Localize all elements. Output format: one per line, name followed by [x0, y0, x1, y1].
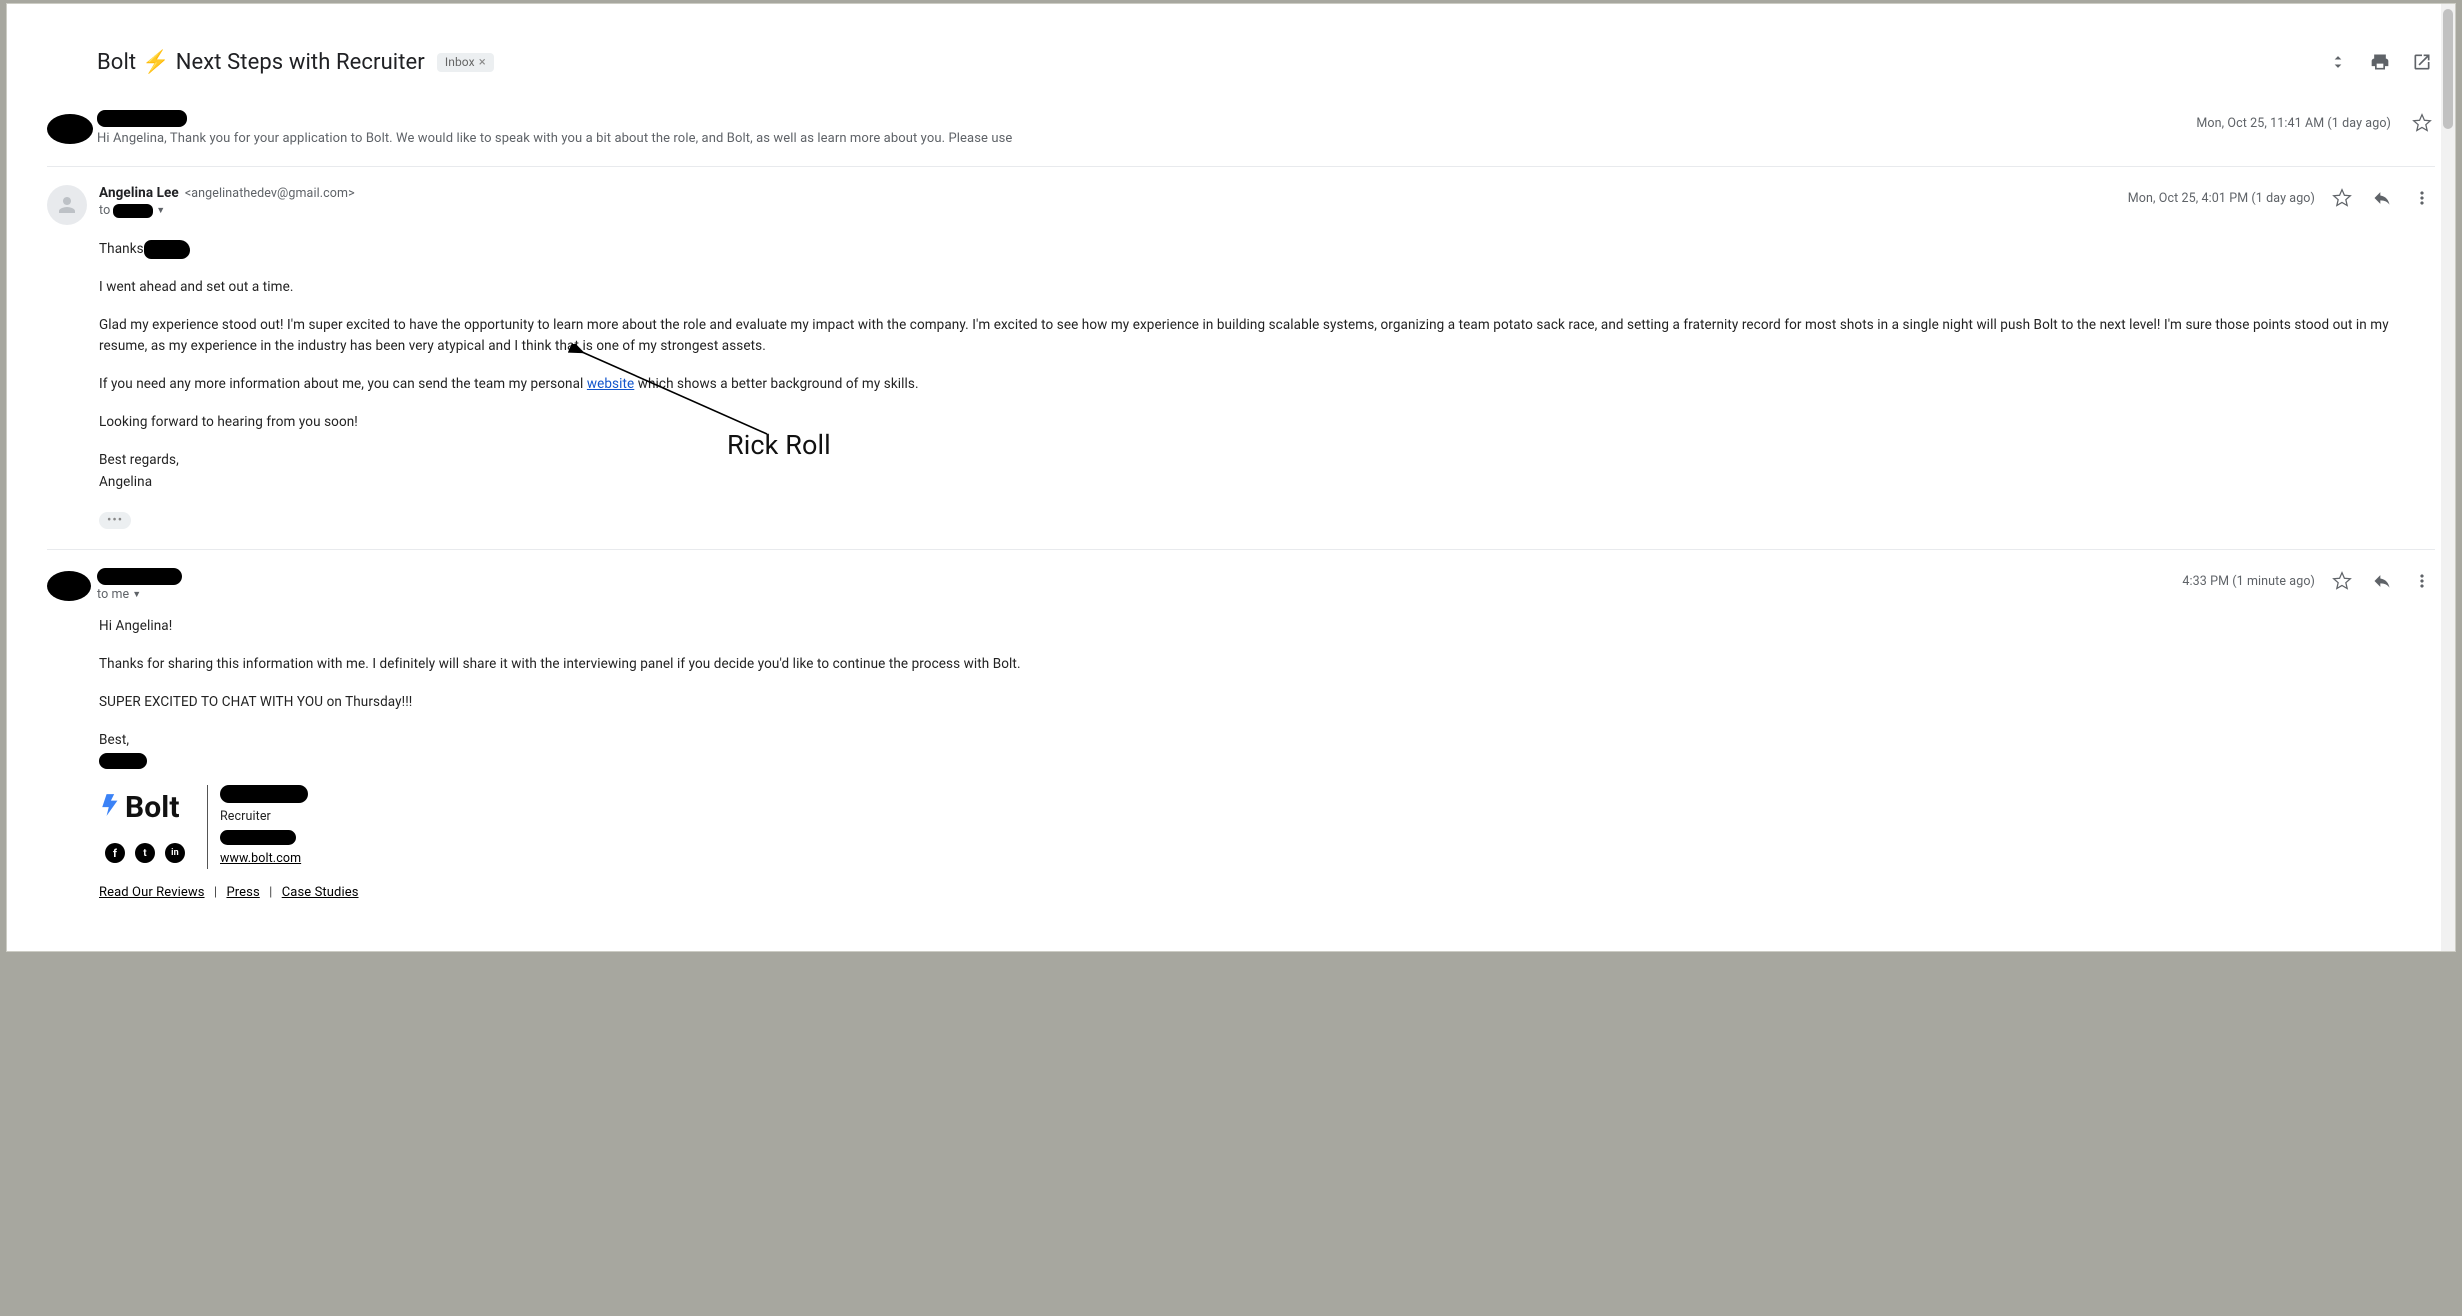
redacted-avatar — [47, 571, 91, 601]
redacted-sig-name — [220, 785, 308, 803]
redacted-recipient — [113, 204, 153, 218]
timestamp: 4:33 PM (1 minute ago) — [2182, 574, 2315, 589]
star-icon[interactable] — [2329, 185, 2355, 211]
sig-url-link[interactable]: www.bolt.com — [220, 849, 308, 868]
expand-all-icon[interactable] — [2325, 49, 2351, 75]
redacted-sender-name — [97, 110, 187, 127]
message-preview: Hi Angelina, Thank you for your applicat… — [97, 131, 2196, 146]
redacted-signoff-name — [99, 753, 147, 769]
recipient-line[interactable]: to ▼ — [99, 203, 2128, 218]
print-icon[interactable] — [2367, 49, 2393, 75]
signoff-2: Angelina — [99, 472, 2435, 493]
linkedin-icon[interactable]: in — [165, 843, 185, 863]
recipient-line[interactable]: to me ▼ — [97, 587, 2182, 602]
body-p1: Hi Angelina! — [99, 616, 2435, 637]
body-p1: I went ahead and set out a time. — [99, 277, 2435, 298]
inbox-label-chip[interactable]: Inbox × — [437, 53, 494, 72]
to-prefix: to — [99, 203, 110, 218]
website-link[interactable]: website — [587, 376, 634, 392]
twitter-icon[interactable]: t — [135, 843, 155, 863]
email-signature: Bolt f t in Recruiter www.bolt.com — [99, 785, 2435, 869]
timestamp: Mon, Oct 25, 4:01 PM (1 day ago) — [2128, 191, 2315, 206]
show-trimmed-content-button[interactable]: ••• — [99, 512, 131, 529]
sender-email: <angelinathedev@gmail.com> — [185, 186, 355, 201]
reply-icon[interactable] — [2369, 568, 2395, 594]
vertical-scrollbar[interactable] — [2441, 4, 2455, 951]
body-p3: SUPER EXCITED TO CHAT WITH YOU on Thursd… — [99, 692, 2435, 713]
subject-suffix: Next Steps with Recruiter — [176, 50, 425, 75]
message-body: Thanks I went ahead and set out a time. … — [99, 225, 2435, 539]
bolt-logo: Bolt — [99, 785, 185, 832]
message-body: Hi Angelina! Thanks for sharing this inf… — [99, 602, 2435, 911]
expanded-message-2: Angelina Lee <angelinathedev@gmail.com> … — [47, 167, 2435, 550]
signoff-1: Best regards, — [99, 450, 2435, 471]
expanded-message-3: to me ▼ 4:33 PM (1 minute ago) Hi Angeli… — [47, 550, 2435, 921]
body-p4: Best, — [99, 730, 2435, 751]
to-prefix: to me — [97, 587, 129, 602]
redacted-sig-address — [220, 830, 296, 845]
subject-emoji-lightning: ⚡ — [142, 50, 170, 75]
star-icon[interactable] — [2409, 110, 2435, 136]
email-subject: Bolt ⚡ Next Steps with Recruiter Inbox × — [97, 50, 494, 75]
body-p2: Thanks for sharing this information with… — [99, 654, 2435, 675]
reply-icon[interactable] — [2369, 185, 2395, 211]
toolbar-edge — [7, 4, 2455, 16]
signature-links: Read Our Reviews | Press | Case Studies — [99, 883, 2435, 903]
more-menu-icon[interactable] — [2409, 185, 2435, 211]
default-avatar-icon — [47, 185, 87, 225]
bolt-logo-mark — [99, 787, 125, 830]
sig-role: Recruiter — [220, 807, 308, 826]
bolt-logo-text: Bolt — [125, 785, 180, 832]
facebook-icon[interactable]: f — [105, 843, 125, 863]
label-remove-icon[interactable]: × — [479, 55, 486, 70]
open-new-window-icon[interactable] — [2409, 49, 2435, 75]
expand-recipients-icon[interactable]: ▼ — [156, 205, 165, 216]
sender-name: Angelina Lee — [99, 185, 179, 201]
body-p3: If you need any more information about m… — [99, 374, 2435, 395]
annotation-label: Rick Roll — [727, 429, 831, 461]
star-icon[interactable] — [2329, 568, 2355, 594]
collapsed-message-1[interactable]: Hi Angelina, Thank you for your applicat… — [47, 100, 2435, 167]
subject-prefix: Bolt — [97, 50, 136, 75]
redacted-avatar — [47, 114, 93, 144]
body-p2: Glad my experience stood out! I'm super … — [99, 315, 2435, 357]
expand-recipients-icon[interactable]: ▼ — [132, 589, 141, 600]
timestamp: Mon, Oct 25, 11:41 AM (1 day ago) — [2196, 116, 2391, 131]
body-thanks: Thanks — [99, 239, 144, 260]
press-link[interactable]: Press — [226, 885, 259, 900]
more-menu-icon[interactable] — [2409, 568, 2435, 594]
case-studies-link[interactable]: Case Studies — [282, 885, 359, 900]
redacted-name-inline — [144, 240, 190, 259]
label-text: Inbox — [445, 55, 475, 69]
body-p4: Looking forward to hearing from you soon… — [99, 412, 2435, 433]
reviews-link[interactable]: Read Our Reviews — [99, 885, 205, 900]
redacted-sender-name — [97, 568, 182, 585]
